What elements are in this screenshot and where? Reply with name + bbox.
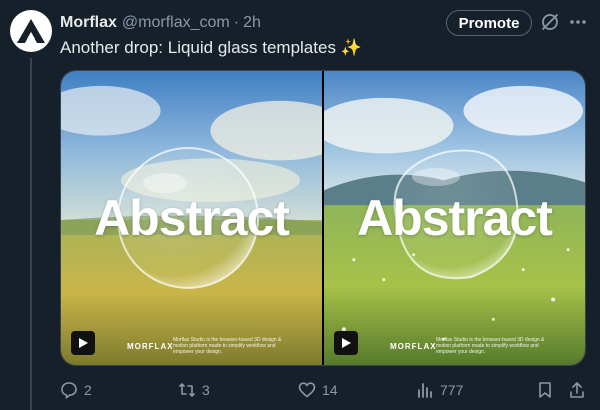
brand-mark: MORFLAX — [127, 342, 174, 351]
reply-icon — [61, 382, 77, 399]
author-handle[interactable]: @morflax_com — [122, 14, 230, 32]
view-count: 777 — [440, 382, 464, 398]
analytics-icon — [418, 383, 432, 398]
avatar[interactable] — [10, 10, 52, 52]
media-grid[interactable]: Abstract MORFLAX Morflax Studio is the b… — [60, 70, 586, 366]
separator-dot: · — [233, 14, 240, 31]
headline-word: Abstract — [94, 190, 290, 246]
morflax-logo-icon — [17, 19, 45, 43]
media-image-2[interactable]: Abstract MORFLAX Morflax Studio is the b… — [324, 71, 585, 365]
more-icon[interactable] — [568, 12, 588, 32]
play-icon[interactable] — [334, 331, 358, 355]
share-icon — [570, 382, 584, 398]
repost-icon — [179, 383, 195, 397]
media-caption: Morflax Studio is the browser-based 3D d… — [173, 337, 282, 355]
author-name[interactable]: Morflax — [60, 14, 117, 32]
action-bar: 2 3 14 777 — [60, 378, 590, 402]
like-count: 14 — [322, 382, 338, 398]
grok-icon[interactable] — [540, 12, 560, 32]
views-button[interactable]: 777 — [416, 378, 463, 402]
repost-count: 3 — [202, 382, 210, 398]
share-button[interactable] — [568, 378, 592, 402]
thread-line — [30, 58, 32, 410]
tweet-text: Another drop: Liquid glass templates ✨ — [60, 38, 362, 57]
play-icon[interactable] — [71, 331, 95, 355]
promote-button[interactable]: Promote — [446, 10, 532, 36]
brand-mark: MORFLAX — [390, 342, 437, 351]
media-caption: Morflax Studio is the browser-based 3D d… — [436, 337, 545, 355]
heart-icon — [298, 382, 316, 398]
like-button[interactable]: 14 — [298, 378, 338, 402]
media-image-1[interactable]: Abstract MORFLAX Morflax Studio is the b… — [61, 71, 322, 365]
bookmark-icon — [539, 382, 551, 398]
reply-button[interactable]: 2 — [60, 378, 92, 402]
headline-word: Abstract — [357, 190, 553, 246]
reply-count: 2 — [84, 382, 92, 398]
bookmark-button[interactable] — [536, 378, 560, 402]
timestamp[interactable]: 2h — [243, 14, 261, 32]
repost-button[interactable]: 3 — [178, 378, 210, 402]
